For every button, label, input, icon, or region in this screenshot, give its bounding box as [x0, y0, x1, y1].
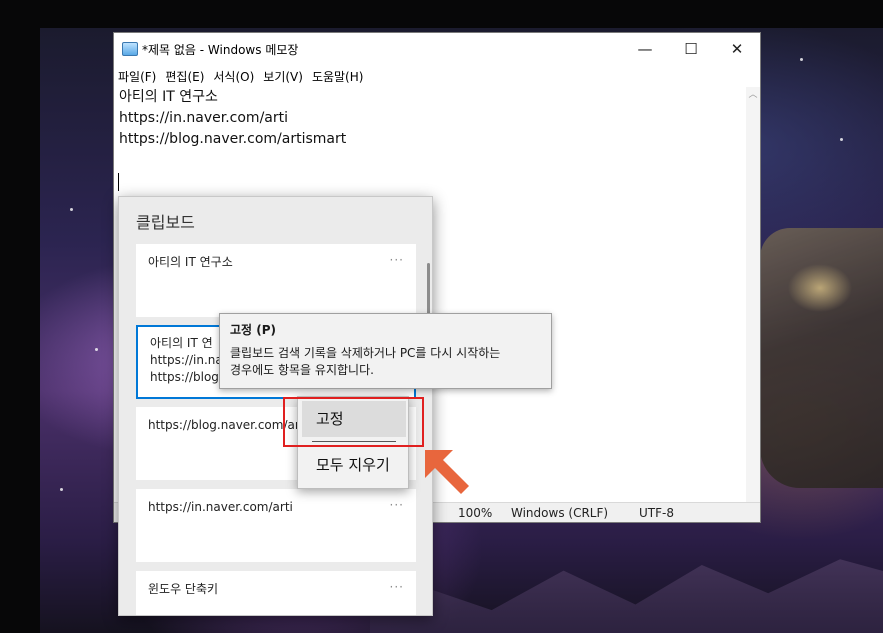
maximize-button[interactable]: ☐ — [668, 33, 714, 65]
clipboard-item[interactable]: https://in.naver.com/arti ··· — [136, 489, 416, 562]
ellipsis-icon[interactable]: ··· — [390, 497, 404, 514]
menu-view[interactable]: 보기(V) — [263, 68, 303, 85]
notepad-icon — [122, 42, 138, 56]
status-line-ending: Windows (CRLF) — [511, 506, 609, 520]
arrow-icon — [425, 450, 469, 494]
status-encoding: UTF-8 — [639, 506, 674, 520]
pin-tooltip: 고정 (P) 클립보드 검색 기록을 삭제하거나 PC를 다시 시작하는 경우에… — [219, 313, 552, 389]
scroll-up-icon[interactable]: ︿ — [746, 87, 760, 101]
clear-all-menu-item[interactable]: 모두 지우기 — [302, 447, 406, 483]
tooltip-text: 클립보드 검색 기록을 삭제하거나 PC를 다시 시작하는 — [230, 346, 501, 360]
wallpaper-rubble — [370, 559, 883, 633]
minimize-button[interactable]: — — [622, 33, 668, 65]
clipboard-item-text: https://blog.naver.com/art — [148, 418, 305, 432]
window-title: *제목 없음 - Windows 메모장 — [142, 42, 299, 57]
clipboard-item-text: 윈도우 단축키 — [148, 582, 219, 596]
menu-format[interactable]: 서식(O) — [213, 68, 254, 85]
menu-bar: 파일(F) 편집(E) 서식(O) 보기(V) 도움말(H) — [114, 65, 760, 87]
annotation-highlight-box — [283, 397, 424, 447]
clipboard-item[interactable]: 아티의 IT 연구소 ··· — [136, 244, 416, 317]
clipboard-item-text: 아티의 IT 연구소 — [148, 255, 233, 269]
vertical-scrollbar[interactable]: ︿ — [746, 87, 760, 507]
status-zoom: 100% — [458, 506, 493, 520]
title-bar[interactable]: *제목 없음 - Windows 메모장 — ☐ ✕ — [114, 33, 760, 65]
editor-line: https://in.naver.com/arti — [119, 110, 288, 126]
clipboard-scrollbar[interactable] — [427, 263, 430, 318]
tooltip-title: 고정 (P) — [230, 323, 277, 337]
editor-line: https://blog.naver.com/artismart — [119, 131, 347, 147]
clipboard-item[interactable]: 윈도우 단축키 ··· — [136, 571, 416, 615]
menu-help[interactable]: 도움말(H) — [312, 68, 364, 85]
clipboard-title: 클립보드 — [136, 213, 195, 232]
wallpaper-robot — [760, 228, 883, 488]
editor-line: 아티의 IT 연구소 — [119, 89, 218, 105]
tooltip-text: 경우에도 항목을 유지합니다. — [230, 363, 374, 377]
clipboard-item-text: https://in.naver.com/arti — [148, 500, 293, 514]
menu-edit[interactable]: 편집(E) — [165, 68, 204, 85]
menu-file[interactable]: 파일(F) — [118, 68, 156, 85]
text-caret — [118, 173, 119, 191]
ellipsis-icon[interactable]: ··· — [390, 579, 404, 596]
close-button[interactable]: ✕ — [714, 33, 760, 65]
ellipsis-icon[interactable]: ··· — [390, 252, 404, 269]
